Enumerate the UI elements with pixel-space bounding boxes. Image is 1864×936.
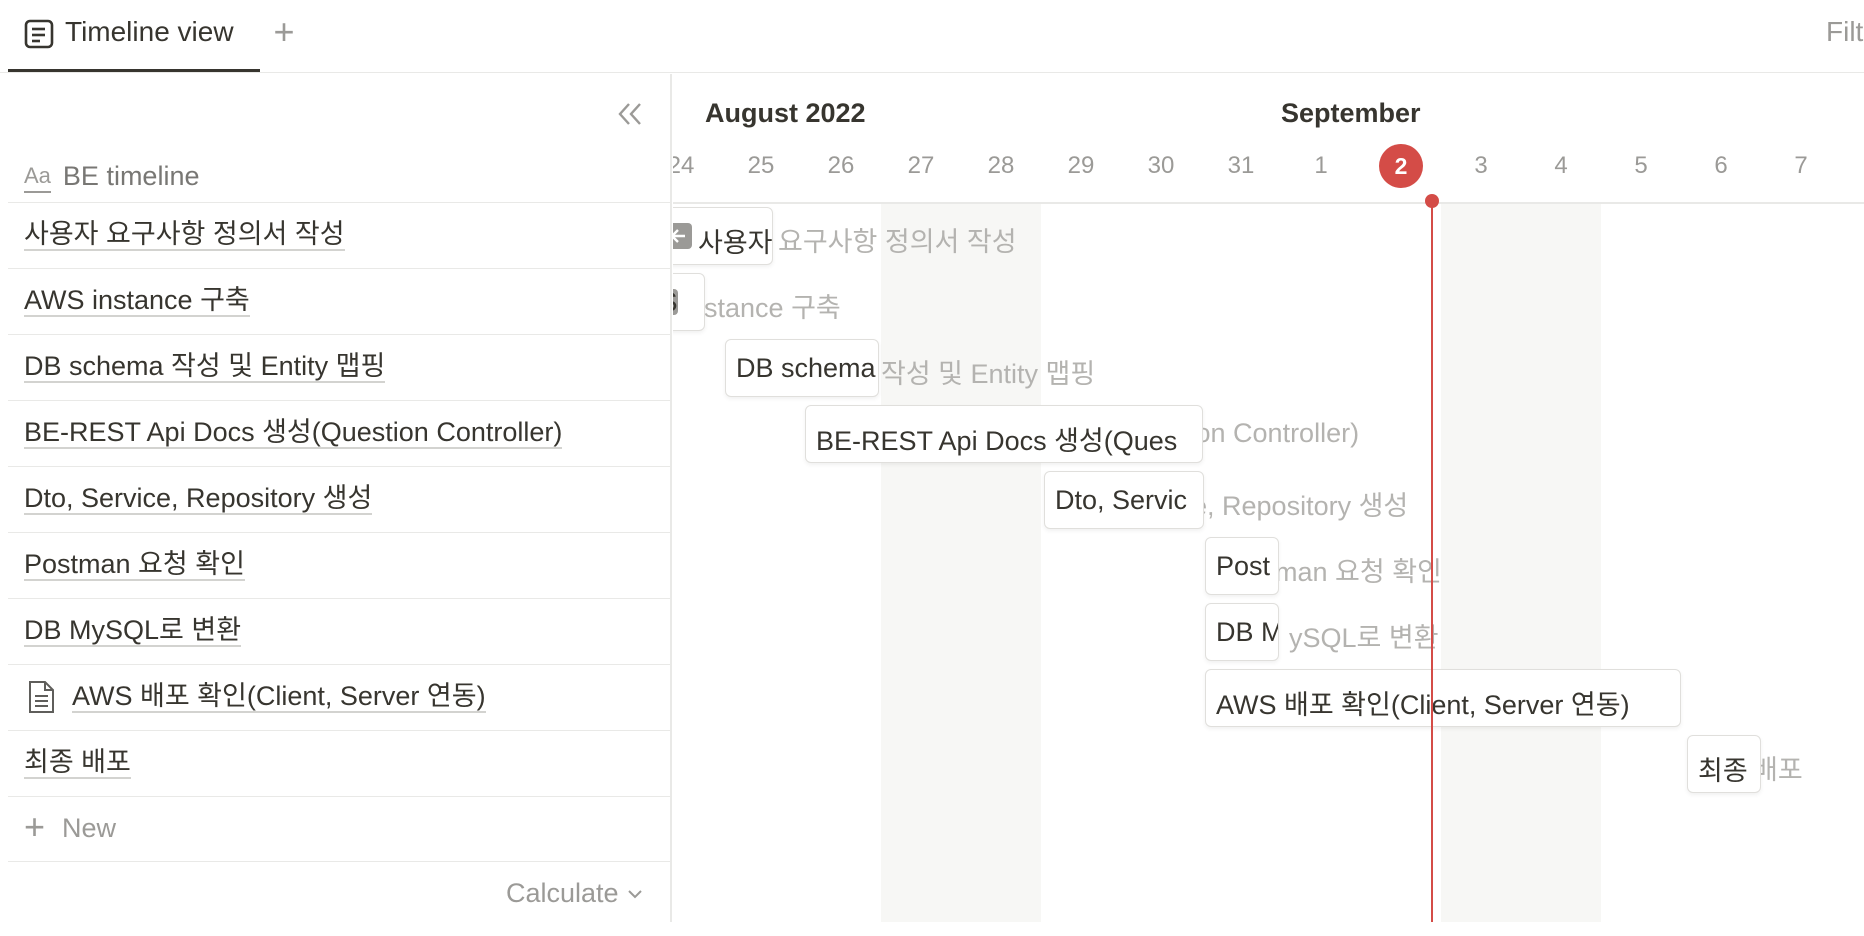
day-label: 30 xyxy=(1147,152,1175,179)
view-tab-bar: Timeline view + Filt xyxy=(0,0,1864,73)
month-label: August 2022 xyxy=(705,98,866,128)
timeline-bar[interactable]: AWS 배포 확인(Client, Server 연동) xyxy=(1205,669,1681,727)
property-label: BE timeline xyxy=(62,160,200,191)
day-label: 31 xyxy=(1227,152,1255,179)
filter-button[interactable]: Filt xyxy=(1826,16,1863,48)
timeline-bar[interactable]: BE-REST Api Docs 생성(Ques xyxy=(805,405,1203,463)
timeline-bar[interactable]: Post xyxy=(1205,537,1279,595)
bar-ghost-label: 요구사항 정의서 작성 xyxy=(778,227,1017,257)
today-marker-line xyxy=(1431,202,1433,922)
new-label: New xyxy=(62,813,117,843)
day-label: 27 xyxy=(907,152,935,179)
row-title[interactable]: AWS instance 구축 xyxy=(24,285,250,317)
row-title[interactable]: 사용자 요구사항 정의서 작성 xyxy=(24,219,345,251)
table-row[interactable]: DB schema 작성 및 Entity 맵핑 xyxy=(8,334,670,400)
bar-label: Dto, Servic xyxy=(1055,485,1188,515)
text-property-icon: Aa xyxy=(24,163,51,193)
table-row[interactable]: DB MySQL로 변환 xyxy=(8,598,670,664)
property-header[interactable]: Aa BE timeline xyxy=(24,156,199,196)
timeline-canvas[interactable]: August 2022 September 24 25 26 27 28 29 30 31 1 2 3 4… xyxy=(673,74,1864,922)
row-title[interactable]: DB MySQL로 변환 xyxy=(24,615,242,647)
bar-label: DB M xyxy=(1216,617,1279,647)
bar-label: Post xyxy=(1216,551,1271,581)
page-icon xyxy=(29,681,54,713)
calculate-label: Calculate xyxy=(506,878,619,908)
new-row-button[interactable]: + New xyxy=(8,796,670,862)
bar-ghost-label: e, Repository 생성 xyxy=(1192,491,1409,521)
table-rows: 사용자 요구사항 정의서 작성 AWS instance 구축 DB schema … xyxy=(8,202,670,796)
day-label: 4 xyxy=(1554,152,1568,179)
bar-ghost-label: man 요청 확인 xyxy=(1275,557,1442,587)
timeline-bar[interactable]: 최종 xyxy=(1687,735,1761,793)
day-label: 7 xyxy=(1794,152,1808,179)
bar-ghost-label: 작성 및 Entity 맵핑 xyxy=(881,359,1096,389)
timeline-bar[interactable]: DB schema xyxy=(725,339,879,397)
table-row[interactable]: BE-REST Api Docs 생성(Question Controller) xyxy=(8,400,670,466)
bar-label: WS xyxy=(673,287,678,318)
day-label: 24 xyxy=(673,152,695,179)
timeline-bar[interactable]: WS xyxy=(673,273,705,331)
table-row[interactable]: AWS 배포 확인(Client, Server 연동) xyxy=(8,664,670,730)
header-divider xyxy=(673,202,1864,204)
row-title[interactable]: BE-REST Api Docs 생성(Question Controller) xyxy=(24,417,563,449)
table-row[interactable]: 사용자 요구사항 정의서 작성 xyxy=(8,202,670,268)
add-view-button[interactable]: + xyxy=(268,14,300,50)
timeline-bar[interactable]: Dto, Servic xyxy=(1044,471,1204,529)
today-marker-dot xyxy=(1425,194,1439,208)
day-label: 3 xyxy=(1474,152,1488,179)
bar-label: DB schema xyxy=(736,353,876,383)
plus-icon: + xyxy=(24,806,46,847)
day-label: 29 xyxy=(1067,152,1095,179)
bar-label: 사용자 xyxy=(698,228,773,258)
bar-ghost-label: instance 구축 xyxy=(683,293,841,323)
table-row[interactable]: AWS instance 구축 xyxy=(8,268,670,334)
bar-label: AWS 배포 확인(Client, Server 연동) xyxy=(1216,690,1630,720)
day-label: 1 xyxy=(1314,152,1328,179)
collapse-panel-icon[interactable] xyxy=(612,96,648,132)
calculate-button[interactable]: Calculate xyxy=(506,878,643,909)
chevron-down-icon xyxy=(627,889,642,898)
table-row[interactable]: 최종 배포 xyxy=(8,730,670,796)
day-label: 28 xyxy=(987,152,1015,179)
table-row[interactable]: Dto, Service, Repository 생성 xyxy=(8,466,670,532)
timeline-bar[interactable]: 사용자 xyxy=(673,207,773,265)
table-row[interactable]: Postman 요청 확인 xyxy=(8,532,670,598)
table-panel: Aa BE timeline 사용자 요구사항 정의서 작성 AWS instan… xyxy=(0,74,672,922)
bar-label: 최종 xyxy=(1698,756,1748,786)
day-label: 5 xyxy=(1634,152,1648,179)
day-label: 6 xyxy=(1714,152,1728,179)
row-title[interactable]: DB schema 작성 및 Entity 맵핑 xyxy=(24,351,386,383)
arrow-left-icon[interactable] xyxy=(673,223,692,249)
row-title[interactable]: Postman 요청 확인 xyxy=(24,549,245,581)
day-label: 26 xyxy=(827,152,855,179)
bar-ghost-label: ySQL로 변환 xyxy=(1289,623,1439,653)
bar-ghost-label: tion Controller) xyxy=(1182,418,1360,448)
today-badge: 2 xyxy=(1379,144,1423,188)
timeline-bar[interactable]: DB M xyxy=(1205,603,1279,661)
weekend-shade xyxy=(1441,204,1601,922)
tab-timeline-view[interactable]: Timeline view xyxy=(8,0,260,72)
bar-label: BE-REST Api Docs 생성(Ques xyxy=(816,426,1178,456)
weekend-shade xyxy=(881,204,1041,922)
document-icon xyxy=(24,19,54,49)
month-label: September xyxy=(1281,98,1421,128)
day-label: 25 xyxy=(747,152,775,179)
tab-label: Timeline view xyxy=(65,16,234,47)
row-title[interactable]: 최종 배포 xyxy=(24,747,131,779)
row-title[interactable]: AWS 배포 확인(Client, Server 연동) xyxy=(72,681,486,713)
row-title[interactable]: Dto, Service, Repository 생성 xyxy=(24,483,373,515)
